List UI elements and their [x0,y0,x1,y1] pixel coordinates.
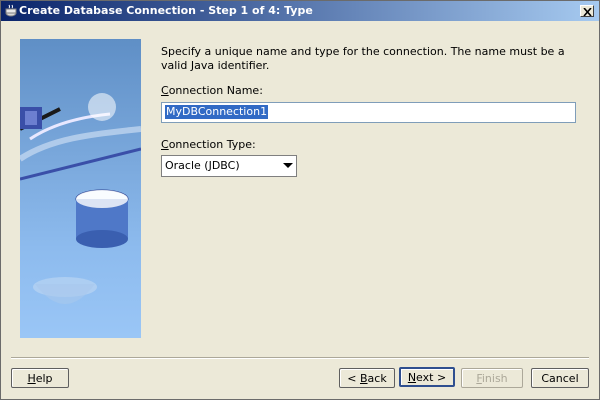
coffee-cup-icon [4,4,18,18]
button-divider [11,357,589,359]
title-bar[interactable]: Create Database Connection - Step 1 of 4… [1,1,599,21]
connection-type-label: Connection Type: [161,138,256,151]
dialog-content: Specify a unique name and type for the c… [1,21,599,399]
database-illustration-icon [20,93,141,304]
close-x-icon [583,8,592,16]
cancel-button[interactable]: Cancel [531,368,589,388]
instructions-text: Specify a unique name and type for the c… [161,45,565,72]
wizard-illustration [20,39,141,338]
help-button[interactable]: Help [11,368,69,388]
connection-type-select[interactable]: Oracle (JDBC) [161,155,297,177]
connection-name-label: Connection Name: [161,84,263,97]
close-button[interactable] [580,5,594,17]
connection-name-input[interactable]: MyDBConnection1 [161,102,576,123]
chevron-down-icon[interactable] [283,163,293,168]
dialog-window: Create Database Connection - Step 1 of 4… [0,0,600,400]
window-title: Create Database Connection - Step 1 of 4… [19,4,313,17]
finish-button[interactable]: Finish [461,368,523,388]
next-button[interactable]: Next > [399,367,455,387]
connection-name-value: MyDBConnection1 [165,105,269,119]
connection-type-value: Oracle (JDBC) [165,159,240,172]
back-button[interactable]: < Back [339,368,395,388]
